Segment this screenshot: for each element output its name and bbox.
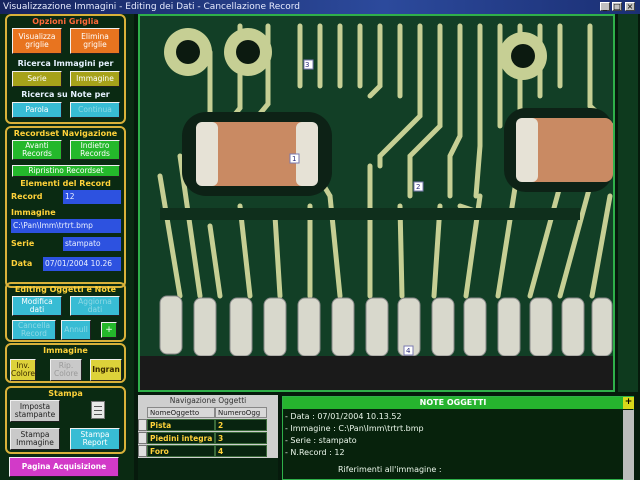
navigazione-oggetti-title: Navigazione Oggetti — [169, 396, 247, 405]
note-line: - Serie : stampato — [285, 436, 357, 445]
ingran-button[interactable]: Ingran — [90, 359, 122, 381]
immagine-label: Immagine — [11, 208, 56, 217]
marker-label: 2 — [416, 183, 420, 191]
indietro-records-button[interactable]: Indietro Records — [70, 140, 120, 160]
window-titlebar: Visualizzazione Immagini - Editing dei D… — [0, 0, 640, 14]
panel-stampa: Stampa Imposta stampante Stampa Immagine… — [5, 386, 126, 454]
row-selector[interactable] — [138, 432, 147, 444]
minimize-button[interactable]: _ — [600, 2, 610, 11]
panel-immagine: Immagine Inv. Colore Rip. Colore Ingran — [5, 343, 126, 383]
imposta-stampante-button[interactable]: Imposta stampante — [10, 400, 60, 422]
visualizza-griglie-button[interactable]: Visualizza griglie — [12, 28, 62, 54]
panel-recordset: Recordset Navigazione Avanti Records Ind… — [5, 126, 126, 288]
sidebar: Opzioni Griglia Visualizza griglie Elimi… — [0, 14, 134, 480]
marker-label: 3 — [305, 61, 309, 69]
elimina-griglie-button[interactable]: Elimina griglie — [70, 28, 120, 54]
window-title: Visualizzazione Immagini - Editing dei D… — [3, 2, 300, 12]
add-plus-button[interactable]: + — [101, 322, 117, 338]
serie-field[interactable]: stampato — [63, 237, 121, 251]
data-field[interactable]: 07/01/2004 10.26 — [43, 257, 121, 271]
printer-icon[interactable] — [91, 401, 105, 419]
editing-title: Editing Oggetti e Note — [14, 285, 117, 294]
aggiorna-dati-button[interactable]: Aggiorna dati — [70, 296, 120, 316]
recordset-navigazione-title: Recordset Navigazione — [13, 129, 118, 138]
stampa-immagine-button[interactable]: Stampa Immagine — [10, 428, 60, 450]
note-oggetti-title: NOTE OGGETTI — [283, 397, 623, 409]
stampa-report-button[interactable]: Stampa Report — [70, 428, 120, 450]
serie-button[interactable]: Serie — [12, 71, 62, 87]
table-cell[interactable]: 4 — [215, 445, 267, 457]
row-selector[interactable] — [138, 419, 147, 431]
table-cell[interactable]: Piedini integra — [147, 432, 215, 444]
parola-button[interactable]: Parola — [12, 102, 62, 118]
annull-button[interactable]: Annull — [61, 320, 91, 340]
immagine-field[interactable]: C:\Pan\Imm\trtrt.bmp — [11, 219, 121, 233]
modifica-dati-button[interactable]: Modifica dati — [12, 296, 62, 316]
column-header[interactable]: NomeOggetto — [147, 407, 215, 418]
table-cell[interactable]: 3 — [215, 432, 267, 444]
ricerca-immagini-title: Ricerca Immagini per — [17, 59, 114, 68]
note-line: - N.Record : 12 — [285, 448, 345, 457]
image-viewer[interactable]: 3 1 2 4 — [138, 14, 615, 392]
elementi-record-title: Elementi del Record — [20, 179, 111, 188]
row-selector[interactable] — [138, 445, 147, 457]
record-field[interactable]: 12 — [63, 190, 121, 204]
table-cell[interactable]: Foro — [147, 445, 215, 457]
marker-label: 4 — [406, 347, 411, 355]
navigazione-oggetti-grid: Navigazione Oggetti NomeOggetto NumeroOg… — [138, 395, 278, 480]
pcb-image: 3 1 2 4 — [140, 16, 613, 390]
immagine-panel-title: Immagine — [43, 346, 88, 355]
notes-add-button[interactable]: + — [623, 397, 634, 409]
panel-editing: Editing Oggetti e Note Modifica dati Agg… — [5, 282, 126, 342]
marker-label: 1 — [292, 155, 296, 163]
opzioni-griglia-title: Opzioni Griglia — [32, 17, 99, 26]
stampa-title: Stampa — [48, 389, 83, 398]
ripristino-recordset-button[interactable]: Ripristino Recordset — [12, 165, 120, 177]
note-line: - Data : 07/01/2004 10.13.52 — [285, 412, 402, 421]
grid-empty-area — [138, 458, 278, 480]
note-oggetti-panel[interactable]: NOTE OGGETTI + - Data : 07/01/2004 10.13… — [282, 396, 634, 480]
panel-ricerca: Opzioni Griglia Visualizza griglie Elimi… — [5, 14, 126, 124]
note-line: Riferimenti all'immagine : — [338, 465, 442, 474]
viewer-scrollbar[interactable] — [618, 14, 638, 392]
pagina-acquisizione-button[interactable]: Pagina Acquisizione — [9, 457, 119, 477]
notes-scrollbar[interactable] — [623, 410, 634, 480]
close-button[interactable]: × — [625, 2, 635, 11]
rip-colore-button[interactable]: Rip. Colore — [50, 359, 82, 381]
note-line: - Immagine : C:\Pan\Imm\trtrt.bmp — [285, 424, 424, 433]
data-label: Data — [11, 259, 33, 268]
table-cell[interactable]: 2 — [215, 419, 267, 431]
record-label: Record — [11, 192, 43, 201]
continua-button[interactable]: Continua — [70, 102, 120, 118]
maximize-button[interactable]: □ — [612, 2, 622, 11]
ricerca-note-title: Ricerca su Note per — [21, 90, 110, 99]
avanti-records-button[interactable]: Avanti Records — [12, 140, 62, 160]
serie-label: Serie — [11, 239, 35, 248]
immagine-button[interactable]: Immagine — [70, 71, 120, 87]
cancella-record-button[interactable]: Cancella Record — [12, 320, 56, 340]
inv-colore-button[interactable]: Inv. Colore — [10, 359, 36, 381]
table-cell[interactable]: Pista — [147, 419, 215, 431]
column-header[interactable]: NumeroOgg — [215, 407, 267, 418]
